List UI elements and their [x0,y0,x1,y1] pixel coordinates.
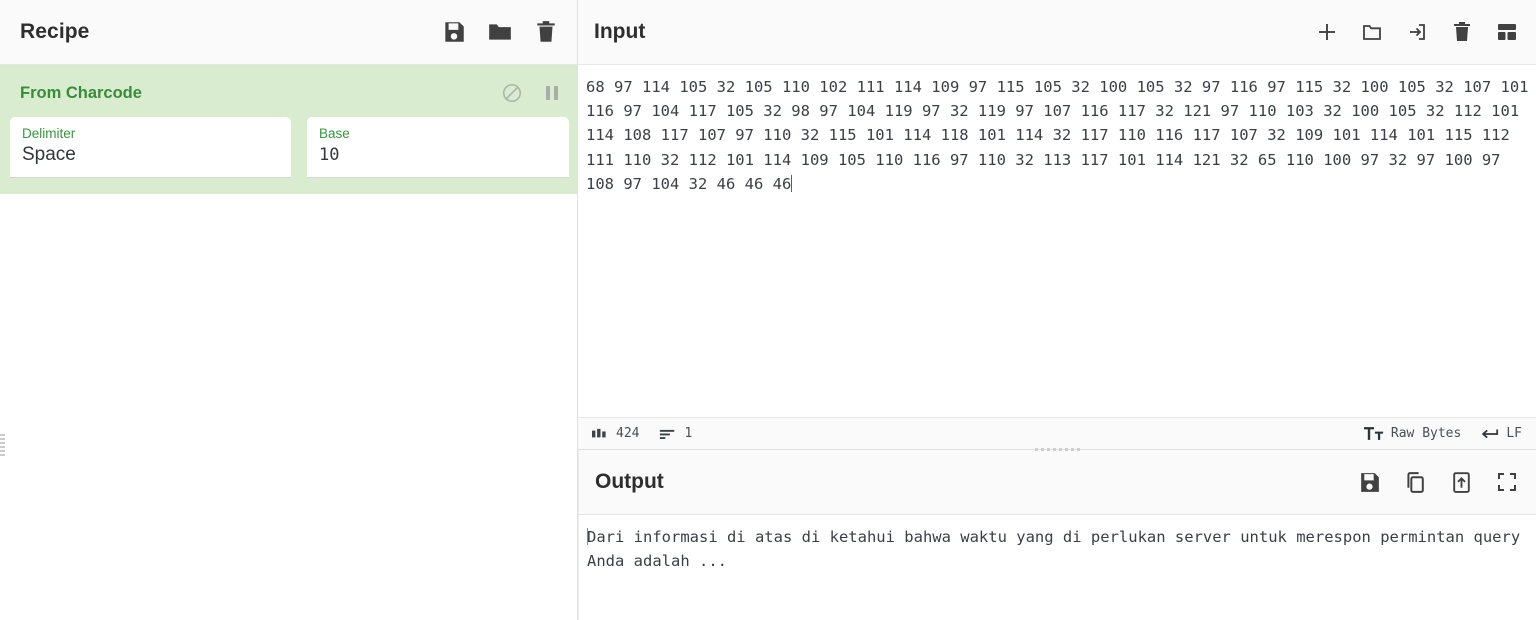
argument-delimiter[interactable]: Delimiter Space [10,117,291,178]
pause-icon[interactable] [543,83,561,103]
clear-input-icon[interactable] [1450,20,1474,44]
plus-icon[interactable] [1315,20,1339,44]
input-title: Input [594,20,646,43]
recipe-panel: Recipe From Charcode Delimiter Space Bas… [0,0,578,620]
recipe-toolbar [441,19,559,45]
output-text[interactable]: Dari informasi di atas di ketahui bahwa … [587,528,1530,570]
input-title-bar: Input [578,0,1536,65]
font-size-icon [1363,427,1383,440]
recipe-pane-resize-handle[interactable] [0,434,5,456]
input-length-group: 424 [592,426,639,441]
input-eol-value: LF [1506,426,1522,441]
operation-controls [501,82,561,104]
operation-title: From Charcode [20,83,142,102]
argument-label: Base [319,126,350,141]
io-panel: Input 68 97 114 105 32 105 110 102 111 1… [578,0,1536,620]
output-title-bar: Output [579,450,1536,515]
abc-icon [592,428,606,437]
output-editor[interactable]: Dari informasi di atas di ketahui bahwa … [579,515,1536,620]
output-toolbar [1357,470,1519,495]
import-arrow-icon[interactable] [1405,20,1429,44]
io-splitter-handle[interactable] [578,443,1536,456]
operation-header: From Charcode [0,79,577,107]
save-recipe-icon[interactable] [441,19,467,45]
input-panel: Input 68 97 114 105 32 105 110 102 111 1… [578,0,1536,451]
export-arrow-icon[interactable] [1449,470,1474,495]
return-arrow-icon [1482,428,1499,438]
input-encoding-value: Raw Bytes [1390,426,1462,441]
input-editor[interactable]: 68 97 114 105 32 105 110 102 111 114 109… [578,65,1536,417]
input-length-value: 424 [616,426,640,441]
save-output-icon[interactable] [1357,470,1382,495]
output-title: Output [595,470,664,493]
fullscreen-icon[interactable] [1495,470,1519,494]
load-recipe-icon[interactable] [487,19,513,45]
recipe-title-bar: Recipe [0,0,577,65]
operation-arguments: Delimiter Space Base 10 [0,107,577,178]
lines-icon [660,429,675,439]
input-encoding-group[interactable]: Raw Bytes [1363,426,1462,441]
input-eol-group[interactable]: LF [1479,426,1522,441]
base-input-value[interactable]: 10 [319,142,557,168]
page-title: Recipe [20,20,90,43]
copy-output-icon[interactable] [1403,470,1428,495]
recipe-operation-from-charcode[interactable]: From Charcode Delimiter Space Base 10 [0,65,577,194]
argument-base[interactable]: Base 10 [307,117,569,178]
input-caret [791,174,793,192]
recipe-operations-list[interactable]: From Charcode Delimiter Space Base 10 [0,65,577,620]
output-panel: Output Dari informasi di atas di ketahui… [578,450,1536,620]
input-lines-value: 1 [684,426,693,441]
input-toolbar [1315,20,1519,44]
circle-slash-icon[interactable] [501,82,523,104]
folder-outline-icon[interactable] [1360,20,1384,44]
input-status-right: Raw Bytes LF [1363,426,1536,441]
tab-layout-icon[interactable] [1495,20,1519,44]
clear-recipe-icon[interactable] [533,19,559,45]
cyberchef-app: Recipe From Charcode Delimiter Space Bas… [0,0,1536,620]
input-lines-group: 1 [659,426,692,441]
input-text[interactable]: 68 97 114 105 32 105 110 102 111 114 109… [586,78,1536,193]
delimiter-select-value[interactable]: Space [22,142,279,168]
argument-label: Delimiter [22,126,76,141]
